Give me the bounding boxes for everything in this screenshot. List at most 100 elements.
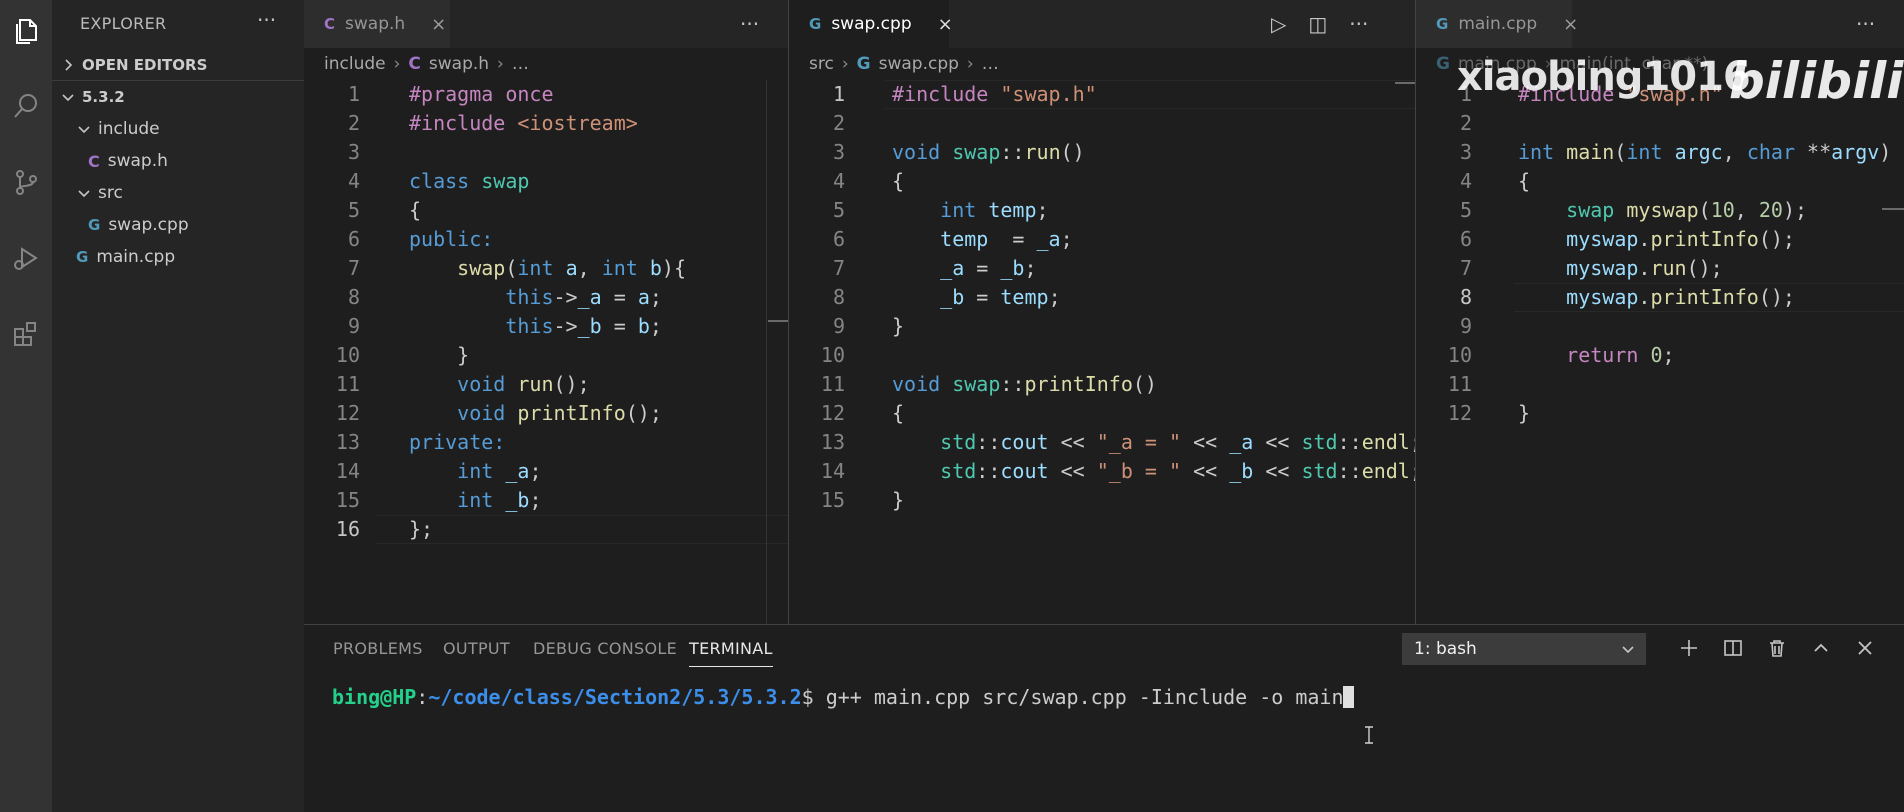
code-line: #pragma once	[409, 82, 554, 106]
code-line: temp = _a;	[940, 227, 1073, 251]
tree-item-main-cpp[interactable]: G main.cpp	[52, 242, 304, 272]
line-number: 15	[820, 488, 845, 512]
tab-debug-console[interactable]: DEBUG CONSOLE	[533, 639, 677, 658]
line-number: 4	[347, 169, 360, 193]
maximize-panel-icon[interactable]	[1806, 631, 1836, 665]
code-editor[interactable]: 1 2 3 4 5 6 7 8 9 10 11 12 #include "swa…	[1416, 80, 1904, 624]
close-icon[interactable]: ×	[431, 14, 446, 35]
code-line: {	[409, 198, 422, 222]
more-actions-icon[interactable]: ···	[1856, 12, 1875, 36]
code-line: #include "swap.h"	[892, 82, 1097, 106]
breadcrumb-item[interactable]: …	[512, 54, 529, 74]
more-actions-icon[interactable]: ···	[1349, 12, 1368, 36]
tab-main-cpp[interactable]: G main.cpp ×	[1416, 0, 1578, 48]
code-line: this->_a = a;	[505, 285, 662, 309]
cpp-file-icon: G	[1436, 15, 1449, 33]
run-icon[interactable]: ▷	[1271, 12, 1286, 36]
code-line: swap(int a, int b){	[457, 256, 687, 280]
line-number: 10	[335, 343, 360, 367]
svg-text:bilibili: bilibili	[1729, 52, 1904, 110]
tab-bar: G swap.cpp × ▷ ◫ ···	[789, 0, 1415, 48]
code-line: _b = temp;	[940, 285, 1061, 309]
breadcrumb-item[interactable]: include	[324, 54, 386, 74]
editor-group-swap-cpp: G swap.cpp × ▷ ◫ ··· src › G swap.cpp › …	[789, 0, 1415, 624]
breadcrumb-item[interactable]: src	[809, 54, 834, 74]
line-number: 12	[1447, 401, 1472, 425]
code-line: }	[1518, 401, 1531, 425]
line-number: 8	[832, 285, 845, 309]
trash-icon[interactable]	[1762, 631, 1792, 665]
code-line: void swap::printInfo()	[892, 372, 1157, 396]
line-number: 9	[832, 314, 845, 338]
line-number: 6	[832, 227, 845, 251]
source-control-icon[interactable]	[0, 156, 52, 208]
breadcrumb: include › C swap.h › …	[304, 48, 788, 80]
line-number: 14	[335, 459, 360, 483]
code-line: this->_b = b;	[505, 314, 662, 338]
terminal-output[interactable]: bing@HP:~/code/class/Section2/5.3/5.3.2$…	[332, 685, 1355, 709]
tab-terminal[interactable]: TERMINAL	[689, 639, 773, 667]
line-number: 3	[1459, 140, 1472, 164]
close-icon[interactable]: ×	[938, 14, 953, 35]
files-icon[interactable]	[0, 4, 52, 56]
tree-item-label: src	[98, 183, 123, 203]
code-line: int _a;	[457, 459, 542, 483]
cpp-file-icon: G	[88, 216, 101, 234]
run-debug-icon[interactable]	[0, 232, 52, 284]
line-number: 7	[832, 256, 845, 280]
code-editor[interactable]: 1 2 3 4 5 6 7 8 9 10 11 12 13 14 15 16 #…	[304, 80, 788, 624]
open-editors-section[interactable]: OPEN EDITORS	[52, 50, 304, 80]
terminal-command: g++ main.cpp src/swap.cpp -Iinclude -o m…	[825, 685, 1344, 709]
tab-output[interactable]: OUTPUT	[443, 639, 510, 658]
root-folder-label: 5.3.2	[82, 88, 125, 106]
chevron-down-icon	[1622, 646, 1634, 654]
explorer-sidebar: EXPLORER ··· OPEN EDITORS 5.3.2 include …	[52, 0, 304, 812]
close-panel-icon[interactable]	[1850, 631, 1880, 665]
watermark: xiaobing1016 bilibili	[1457, 46, 1904, 116]
tree-item-include[interactable]: include	[52, 114, 304, 144]
activity-bar	[0, 0, 52, 812]
more-actions-icon[interactable]: ···	[257, 8, 276, 32]
tree-item-label: main.cpp	[96, 247, 176, 267]
line-number: 5	[347, 198, 360, 222]
code-line: }	[892, 314, 905, 338]
tree-item-label: swap.h	[107, 151, 168, 171]
line-number: 10	[1447, 343, 1472, 367]
extensions-icon[interactable]	[0, 308, 52, 360]
scrollbar[interactable]	[766, 80, 767, 624]
tree-item-label: swap.cpp	[108, 215, 189, 235]
line-number: 11	[820, 372, 845, 396]
line-number: 9	[1459, 314, 1472, 338]
split-editor-icon[interactable]: ◫	[1308, 12, 1327, 36]
line-number: 4	[1459, 169, 1472, 193]
tab-swap-h[interactable]: C swap.h ×	[304, 0, 450, 48]
tab-swap-cpp[interactable]: G swap.cpp ×	[789, 0, 953, 48]
tree-item-swap-cpp[interactable]: G swap.cpp	[52, 210, 304, 240]
code-line: };	[409, 517, 434, 541]
editor-group-swap-h: C swap.h × ··· include › C swap.h › … 1 …	[304, 0, 788, 624]
tree-item-swap-h[interactable]: C swap.h	[52, 146, 304, 176]
breadcrumb-item[interactable]: swap.h	[429, 54, 489, 74]
code-line: void run();	[457, 372, 590, 396]
minimap-marker	[768, 320, 788, 322]
search-icon[interactable]	[0, 80, 52, 132]
breadcrumb-item[interactable]: …	[982, 54, 999, 74]
new-terminal-icon[interactable]	[1674, 631, 1704, 665]
tree-item-src[interactable]: src	[52, 178, 304, 208]
chevron-down-icon	[76, 121, 92, 137]
terminal-select[interactable]: 1: bash	[1402, 633, 1646, 665]
folder-root[interactable]: 5.3.2	[52, 82, 304, 112]
split-terminal-icon[interactable]	[1718, 631, 1748, 665]
cpp-file-icon: G	[856, 54, 871, 74]
breadcrumb-item[interactable]: swap.cpp	[879, 54, 959, 74]
line-number: 13	[820, 430, 845, 454]
code-editor[interactable]: 1 2 3 4 5 6 7 8 9 10 11 12 13 14 15 #inc…	[789, 80, 1415, 624]
tab-problems[interactable]: PROBLEMS	[333, 639, 423, 658]
line-number: 16	[335, 517, 360, 541]
terminal-select-value: 1: bash	[1414, 639, 1477, 659]
terminal-user: bing@HP	[332, 685, 417, 709]
sidebar-title: EXPLORER	[80, 14, 167, 33]
code-line: {	[892, 169, 905, 193]
close-icon[interactable]: ×	[1563, 14, 1578, 35]
more-actions-icon[interactable]: ···	[740, 12, 759, 36]
